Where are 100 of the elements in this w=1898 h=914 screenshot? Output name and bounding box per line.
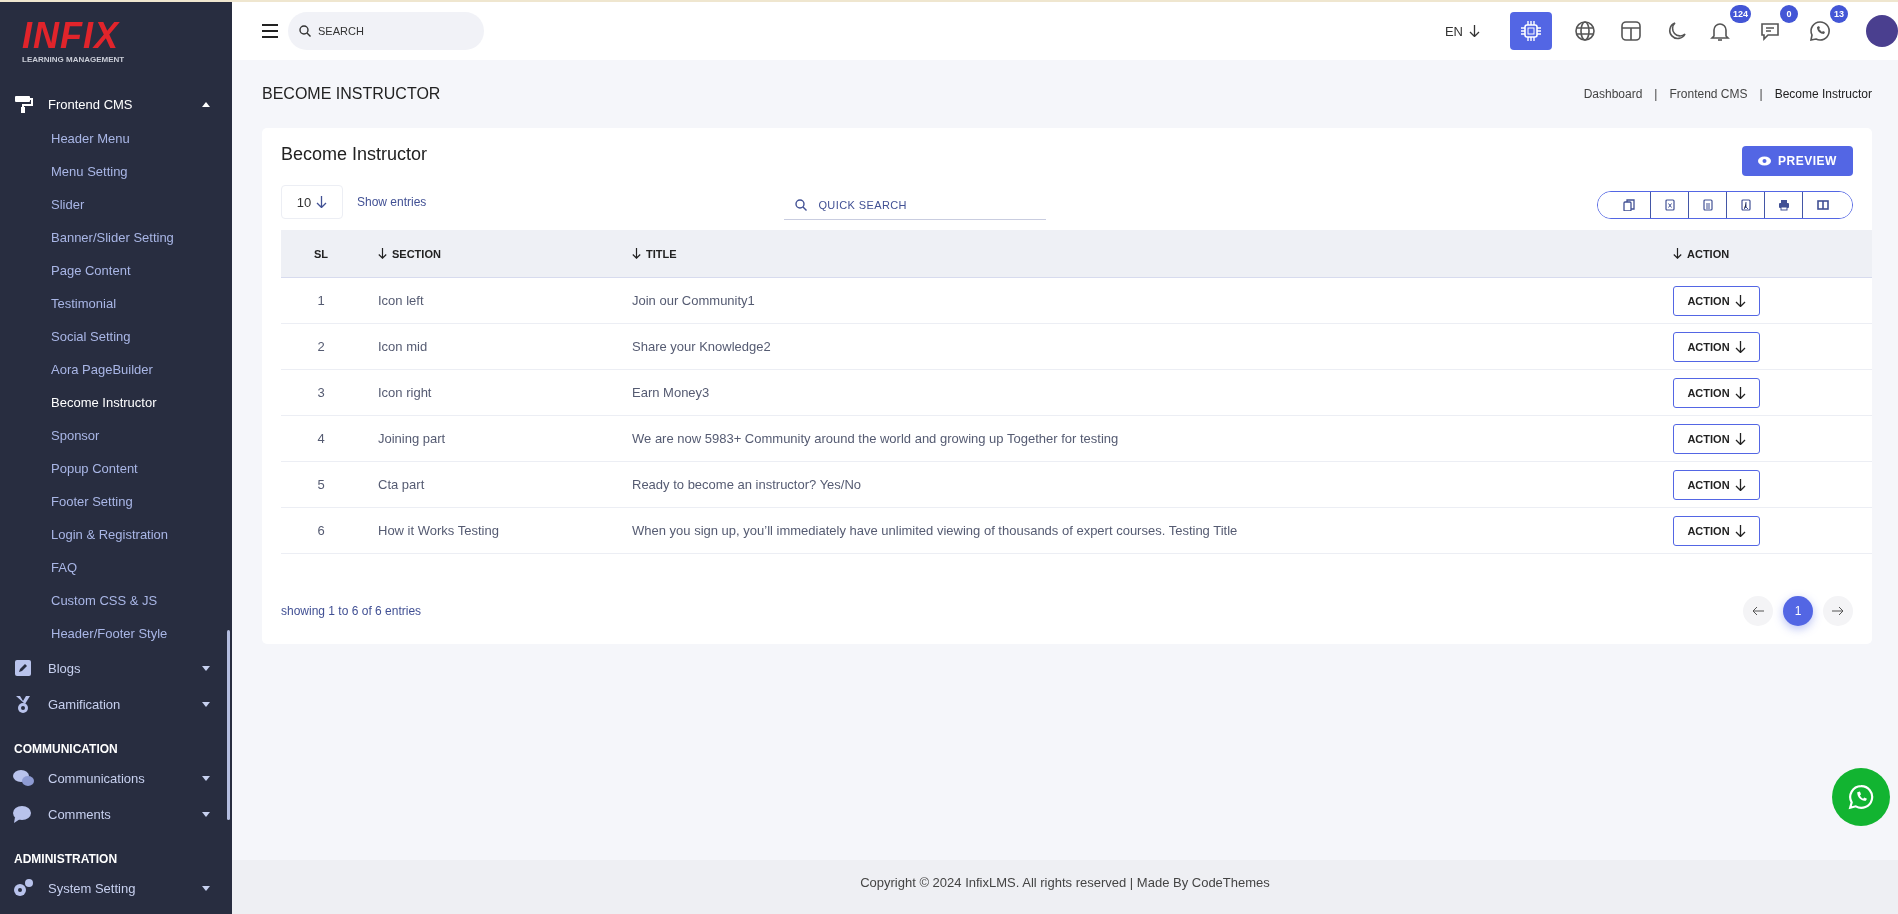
sidebar-subitem[interactable]: Become Instructor: [51, 386, 161, 419]
sidebar-subitem[interactable]: Menu Setting: [51, 155, 132, 188]
action-dropdown-button[interactable]: ACTION: [1673, 423, 1760, 454]
scrollbar[interactable]: [227, 630, 230, 820]
avatar[interactable]: [1866, 15, 1898, 47]
search-field[interactable]: SEARCH: [288, 12, 484, 50]
menu-icon[interactable]: [262, 24, 278, 38]
text-file-icon: [1701, 199, 1714, 211]
count-badge: 0: [1780, 5, 1798, 23]
search-icon: [299, 25, 311, 37]
columns-icon: [1816, 199, 1829, 211]
columns-button[interactable]: [1802, 192, 1852, 218]
table-cell-text: 4: [316, 431, 326, 446]
phone-bubble-icon: [1848, 784, 1874, 810]
page-title: BECOME INSTRUCTOR: [262, 85, 441, 103]
table-cell-text: 5: [316, 477, 326, 492]
table-cell-text: Icon left: [377, 293, 425, 308]
sidebar-subitem[interactable]: Header/Footer Style: [51, 617, 172, 650]
sidebar-item[interactable]: System Setting: [0, 870, 232, 906]
table-cell-text: How it Works Testing: [377, 523, 500, 538]
sidebar-subitem[interactable]: Aora PageBuilder: [51, 353, 157, 386]
sidebar-item[interactable]: Gamification: [0, 686, 232, 722]
sidebar-subitem[interactable]: Testimonial: [51, 287, 121, 320]
table-cell-text: Earn Money3: [631, 385, 711, 400]
eye-icon: [1758, 156, 1772, 166]
sidebar-item[interactable]: Communications: [0, 760, 232, 796]
table-cell-text: Ready to become an instructor? Yes/No: [631, 477, 863, 492]
table-cell-text: 1: [316, 293, 326, 308]
action-dropdown-button[interactable]: ACTION: [1673, 469, 1760, 500]
paint-roller-icon: [12, 94, 34, 114]
sidebar-item[interactable]: Blogs: [0, 650, 232, 686]
page-size-select[interactable]: 10: [281, 185, 343, 219]
chat-bubble-icon: [12, 804, 34, 824]
sidebar-item[interactable]: Frontend CMS: [0, 86, 232, 122]
language-selector[interactable]: EN: [1438, 22, 1486, 40]
column-header[interactable]: ACTION: [1656, 247, 1730, 260]
arrow-down-icon: [1734, 478, 1746, 491]
preview-button[interactable]: PREVIEW: [1742, 146, 1853, 176]
count-badge: 124: [1730, 5, 1752, 23]
table-cell-text: 6: [316, 523, 326, 538]
breadcrumb-separator: |: [1759, 87, 1763, 101]
copyright-text: Copyright © 2024 InfixLMS. All rights reserved | Made By CodeThemes: [860, 875, 1270, 890]
action-dropdown-button[interactable]: ACTION: [1673, 377, 1760, 408]
arrow-down-icon: [1734, 432, 1746, 445]
arrow-down-icon: [1734, 386, 1746, 399]
arrow-left-icon: [1752, 606, 1764, 616]
sidebar-subitem[interactable]: Sponsor: [51, 419, 104, 452]
page-button[interactable]: 1: [1783, 596, 1813, 626]
table-cell-text: Icon right: [377, 385, 433, 400]
chat-bubbles-icon: [12, 768, 34, 788]
sidebar-subitem[interactable]: Banner/Slider Setting: [51, 221, 178, 254]
breadcrumb-current: Become Instructor: [1774, 87, 1872, 101]
table-cell-text: Icon mid: [377, 339, 429, 354]
sort-arrow-icon: [378, 248, 387, 259]
chat-float-button[interactable]: [1832, 768, 1890, 826]
phone-bubble-icon: [1808, 19, 1832, 43]
action-dropdown-button[interactable]: ACTION: [1673, 515, 1760, 546]
count-badge: 13: [1830, 5, 1848, 23]
arrow-right-icon: [1832, 606, 1844, 616]
arrow-down-icon: [1734, 294, 1746, 307]
sidebar-item[interactable]: Comments: [0, 796, 232, 832]
breadcrumb-link[interactable]: Dashboard: [1583, 87, 1643, 101]
table-cell-text: When you sign up, you’ll immediately have unlimited viewing of thousands of expert courses. Testing Title: [631, 523, 1239, 538]
table-cell-text: We are now 5983+ Community around the world and growing up Together for testing: [631, 431, 1120, 446]
sidebar-subitem[interactable]: Header Menu: [51, 122, 134, 155]
spreadsheet-file-icon: [1663, 199, 1676, 211]
table-cell-text: Share your Knowledge2: [631, 339, 772, 354]
logo-tagline: LEARNING MANAGEMENT: [22, 55, 126, 64]
sidebar-subitem[interactable]: Social Setting: [51, 320, 135, 353]
sidebar-section-heading: COMMUNICATION: [13, 742, 119, 756]
action-dropdown-button[interactable]: ACTION: [1673, 285, 1760, 316]
column-header[interactable]: TITLE: [615, 247, 677, 260]
breadcrumb-link[interactable]: Frontend CMS: [1669, 87, 1748, 101]
sidebar-subitem[interactable]: Custom CSS & JS: [51, 584, 162, 617]
column-header: SL: [313, 247, 329, 260]
card-title: Become Instructor: [281, 144, 428, 165]
pdf-file-icon: [1739, 199, 1752, 211]
sidebar-subitem[interactable]: Page Content: [51, 254, 135, 287]
arrow-down-icon: [1734, 340, 1746, 353]
action-dropdown-button[interactable]: ACTION: [1673, 331, 1760, 362]
print-icon: [1777, 199, 1790, 211]
chip-icon: [1519, 19, 1543, 43]
table-cell-text: Cta part: [377, 477, 426, 492]
sidebar-subitem[interactable]: Slider: [51, 188, 89, 221]
globe-icon: [1573, 19, 1597, 43]
logo-wordmark: INFIX: [22, 18, 119, 54]
search-icon: [795, 199, 808, 211]
column-header[interactable]: SECTION: [361, 247, 441, 260]
table-cell-text: 2: [316, 339, 326, 354]
sidebar-subitem[interactable]: FAQ: [51, 551, 81, 584]
gears-icon: [12, 878, 34, 898]
sidebar-subitem[interactable]: Login & Registration: [51, 518, 173, 551]
breadcrumb-separator: |: [1654, 87, 1658, 101]
sidebar-subitem[interactable]: Footer Setting: [51, 485, 137, 518]
entries-summary: showing 1 to 6 of 6 entries: [281, 604, 422, 618]
arrow-down-icon: [1734, 524, 1746, 537]
chip-button[interactable]: [1510, 12, 1552, 50]
layout-icon: [1619, 19, 1643, 43]
copy-icon: [1623, 199, 1635, 211]
sidebar-subitem[interactable]: Popup Content: [51, 452, 142, 485]
